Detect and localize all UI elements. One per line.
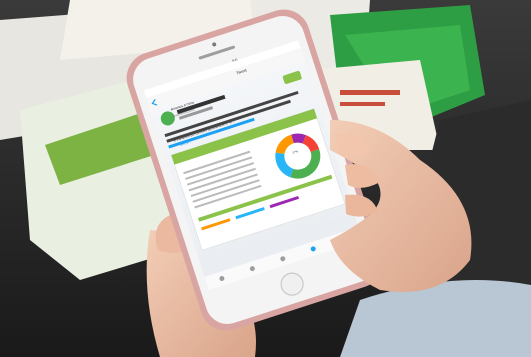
photo-scene (0, 0, 531, 357)
brochure-red-line (340, 90, 400, 95)
photo-frame: 9:41 Tweet Alimentos & Clima @alimentosc… (0, 0, 531, 357)
brochure-red-line (340, 102, 385, 106)
